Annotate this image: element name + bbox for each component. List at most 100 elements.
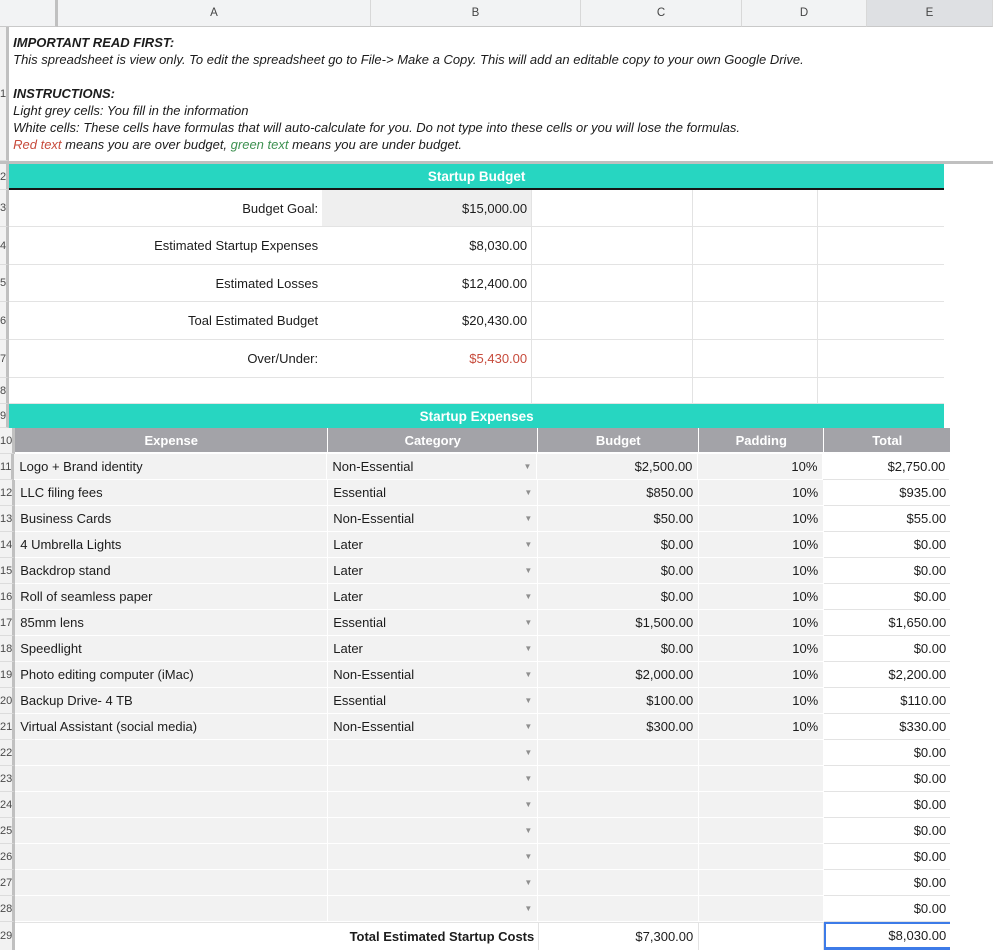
category-dropdown-icon[interactable]: ▼ — [524, 645, 532, 653]
total-amount-cell[interactable]: $110.00 — [824, 688, 950, 714]
total-amount-cell[interactable]: $0.00 — [824, 766, 950, 792]
padding-percent-cell[interactable]: 10% — [699, 558, 824, 584]
category-cell[interactable]: Essential▼ — [328, 688, 538, 714]
expense-name-cell[interactable]: Backdrop stand — [15, 558, 328, 584]
row-header[interactable]: 25 — [0, 818, 15, 844]
expense-name-cell[interactable]: Speedlight — [15, 636, 328, 662]
header-total-cell[interactable]: Total — [824, 428, 950, 454]
total-budget-cell[interactable]: $7,300.00 — [538, 922, 699, 950]
row-header[interactable]: 15 — [0, 558, 15, 584]
header-expense-cell[interactable]: Expense — [15, 428, 328, 454]
total-amount-cell[interactable]: $0.00 — [824, 584, 950, 610]
header-category-cell[interactable]: Category — [328, 428, 538, 454]
padding-percent-cell[interactable]: 10% — [698, 454, 823, 480]
row-header-29[interactable]: 29 — [0, 922, 15, 950]
padding-percent-cell[interactable]: 10% — [699, 584, 824, 610]
category-cell[interactable]: Non-Essential▼ — [328, 506, 538, 532]
category-cell[interactable]: ▼ — [328, 740, 538, 766]
column-header-d[interactable]: D — [742, 0, 867, 27]
budget-amount-cell[interactable] — [538, 844, 699, 870]
category-dropdown-icon[interactable]: ▼ — [524, 723, 532, 731]
category-cell[interactable]: Later▼ — [328, 532, 538, 558]
header-budget-cell[interactable]: Budget — [538, 428, 699, 454]
padding-percent-cell[interactable]: 10% — [699, 480, 824, 506]
expense-name-cell[interactable]: 85mm lens — [15, 610, 328, 636]
column-header-c[interactable]: C — [581, 0, 742, 27]
category-dropdown-icon[interactable]: ▼ — [524, 879, 532, 887]
empty-cell-d[interactable] — [693, 227, 818, 265]
row-header[interactable]: 6 — [0, 302, 9, 340]
empty-cell-c[interactable] — [532, 227, 693, 265]
empty-cell-d[interactable] — [693, 190, 818, 227]
expense-name-cell[interactable] — [15, 844, 328, 870]
category-cell[interactable]: ▼ — [328, 766, 538, 792]
empty-cell-c[interactable] — [532, 302, 693, 340]
budget-amount-cell[interactable]: $0.00 — [538, 584, 699, 610]
budget-amount-cell[interactable]: $2,000.00 — [538, 662, 699, 688]
row-header[interactable]: 19 — [0, 662, 15, 688]
row-header[interactable]: 13 — [0, 506, 15, 532]
category-dropdown-icon[interactable]: ▼ — [524, 515, 532, 523]
empty-cell-c[interactable] — [532, 190, 693, 227]
empty-padding-total-cell[interactable] — [699, 922, 824, 950]
expense-name-cell[interactable]: Roll of seamless paper — [15, 584, 328, 610]
category-cell[interactable]: Later▼ — [328, 558, 538, 584]
selected-cell-grand-total[interactable]: $8,030.00 — [824, 922, 950, 950]
empty-cell-e[interactable] — [818, 190, 944, 227]
row-header[interactable]: 4 — [0, 227, 9, 265]
total-amount-cell[interactable]: $0.00 — [824, 636, 950, 662]
row-header[interactable]: 27 — [0, 870, 15, 896]
total-amount-cell[interactable]: $2,750.00 — [823, 454, 949, 480]
total-amount-cell[interactable]: $0.00 — [824, 792, 950, 818]
expense-name-cell[interactable]: Photo editing computer (iMac) — [15, 662, 328, 688]
padding-percent-cell[interactable]: 10% — [699, 714, 824, 740]
total-amount-cell[interactable]: $0.00 — [824, 844, 950, 870]
row-header-10[interactable]: 10 — [0, 428, 15, 454]
category-dropdown-icon[interactable]: ▼ — [524, 619, 532, 627]
padding-percent-cell[interactable]: 10% — [699, 532, 824, 558]
padding-percent-cell[interactable] — [699, 740, 824, 766]
total-amount-cell[interactable]: $330.00 — [824, 714, 950, 740]
budget-amount-cell[interactable]: $300.00 — [538, 714, 699, 740]
row-header[interactable]: 23 — [0, 766, 15, 792]
total-amount-cell[interactable]: $0.00 — [824, 740, 950, 766]
empty-cell-c[interactable] — [532, 340, 693, 378]
category-dropdown-icon[interactable]: ▼ — [524, 463, 532, 471]
category-dropdown-icon[interactable]: ▼ — [524, 697, 532, 705]
row-header[interactable]: 18 — [0, 636, 15, 662]
category-cell[interactable]: Non-Essential▼ — [328, 662, 538, 688]
budget-value-cell[interactable]: $8,030.00 — [322, 227, 532, 265]
row-header[interactable]: 24 — [0, 792, 15, 818]
category-cell[interactable]: Essential▼ — [328, 610, 538, 636]
row-header[interactable]: 11 — [0, 454, 14, 480]
category-dropdown-icon[interactable]: ▼ — [524, 593, 532, 601]
category-dropdown-icon[interactable]: ▼ — [524, 671, 532, 679]
total-amount-cell[interactable]: $0.00 — [824, 532, 950, 558]
category-cell[interactable]: Later▼ — [328, 636, 538, 662]
row-header[interactable]: 17 — [0, 610, 15, 636]
category-cell[interactable]: Non-Essential▼ — [328, 714, 538, 740]
total-amount-cell[interactable]: $1,650.00 — [824, 610, 950, 636]
padding-percent-cell[interactable] — [699, 818, 824, 844]
category-dropdown-icon[interactable]: ▼ — [524, 905, 532, 913]
budget-label-cell[interactable] — [9, 378, 322, 404]
row-header[interactable]: 12 — [0, 480, 15, 506]
column-header-a[interactable]: A — [58, 0, 371, 27]
empty-cell-e[interactable] — [818, 340, 944, 378]
header-padding-cell[interactable]: Padding — [699, 428, 824, 454]
budget-value-cell[interactable]: $20,430.00 — [322, 302, 532, 340]
column-header-e[interactable]: E — [867, 0, 993, 27]
category-dropdown-icon[interactable]: ▼ — [524, 775, 532, 783]
budget-amount-cell[interactable] — [538, 896, 699, 922]
row-header[interactable]: 8 — [0, 378, 9, 404]
row-header-1[interactable]: 1 — [0, 27, 9, 161]
padding-percent-cell[interactable]: 10% — [699, 662, 824, 688]
budget-amount-cell[interactable]: $50.00 — [538, 506, 699, 532]
category-cell[interactable]: ▼ — [328, 818, 538, 844]
row-header-9[interactable]: 9 — [0, 404, 9, 428]
budget-label-cell[interactable]: Over/Under: — [9, 340, 322, 378]
row-header-2[interactable]: 2 — [0, 164, 9, 190]
category-cell[interactable]: Essential▼ — [328, 480, 538, 506]
padding-percent-cell[interactable]: 10% — [699, 636, 824, 662]
row-header[interactable]: 28 — [0, 896, 15, 922]
